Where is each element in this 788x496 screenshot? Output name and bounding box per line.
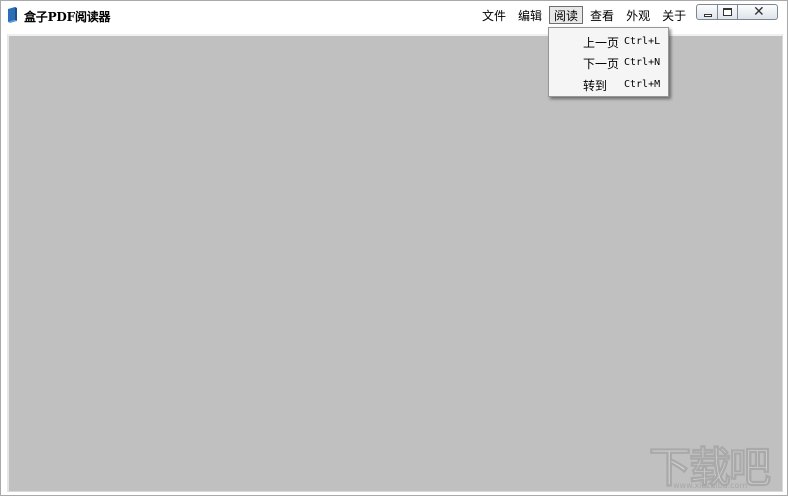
menu-view[interactable]: 查看 bbox=[585, 6, 619, 24]
menu-item-shortcut: Ctrl+M bbox=[624, 79, 661, 90]
window-controls: ✕ bbox=[696, 4, 778, 20]
minimize-icon bbox=[704, 14, 712, 17]
menu-bar: 文件 编辑 阅读 查看 外观 关于 bbox=[477, 6, 693, 26]
minimize-button[interactable] bbox=[696, 4, 718, 20]
menu-about[interactable]: 关于 bbox=[657, 6, 691, 24]
book-icon bbox=[6, 7, 19, 23]
watermark-url: www.xiazaiba.com bbox=[673, 481, 748, 490]
read-menu-dropdown: 上一页 Ctrl+L 下一页 Ctrl+N 转到 Ctrl+M bbox=[548, 27, 669, 97]
menu-item-label: 转到 bbox=[583, 79, 608, 93]
document-view[interactable] bbox=[7, 34, 783, 492]
menu-item-label: 下一页 bbox=[583, 57, 620, 71]
menu-item-next-page[interactable]: 下一页 Ctrl+N bbox=[549, 51, 668, 73]
watermark-logo: 下载吧 www.xiazaiba.com bbox=[648, 434, 783, 493]
menu-file[interactable]: 文件 bbox=[477, 6, 511, 24]
app-window: 盒子PDF阅读器 文件 编辑 阅读 查看 外观 关于 ✕ 下载吧 www.xia… bbox=[0, 0, 788, 496]
menu-item-goto[interactable]: 转到 Ctrl+M bbox=[549, 73, 668, 95]
app-title: 盒子PDF阅读器 bbox=[24, 10, 111, 24]
menu-item-label: 上一页 bbox=[583, 36, 620, 50]
close-button[interactable]: ✕ bbox=[738, 4, 778, 20]
menu-appearance[interactable]: 外观 bbox=[621, 6, 655, 24]
menu-read[interactable]: 阅读 bbox=[549, 6, 584, 24]
menu-item-shortcut: Ctrl+N bbox=[624, 57, 661, 68]
close-icon: ✕ bbox=[753, 4, 765, 20]
title-bar[interactable]: 盒子PDF阅读器 文件 编辑 阅读 查看 外观 关于 ✕ bbox=[1, 1, 787, 31]
maximize-icon bbox=[723, 8, 732, 16]
menu-edit[interactable]: 编辑 bbox=[513, 6, 547, 24]
menu-item-shortcut: Ctrl+L bbox=[624, 36, 661, 47]
maximize-button[interactable] bbox=[718, 4, 738, 20]
menu-item-previous-page[interactable]: 上一页 Ctrl+L bbox=[549, 30, 668, 52]
